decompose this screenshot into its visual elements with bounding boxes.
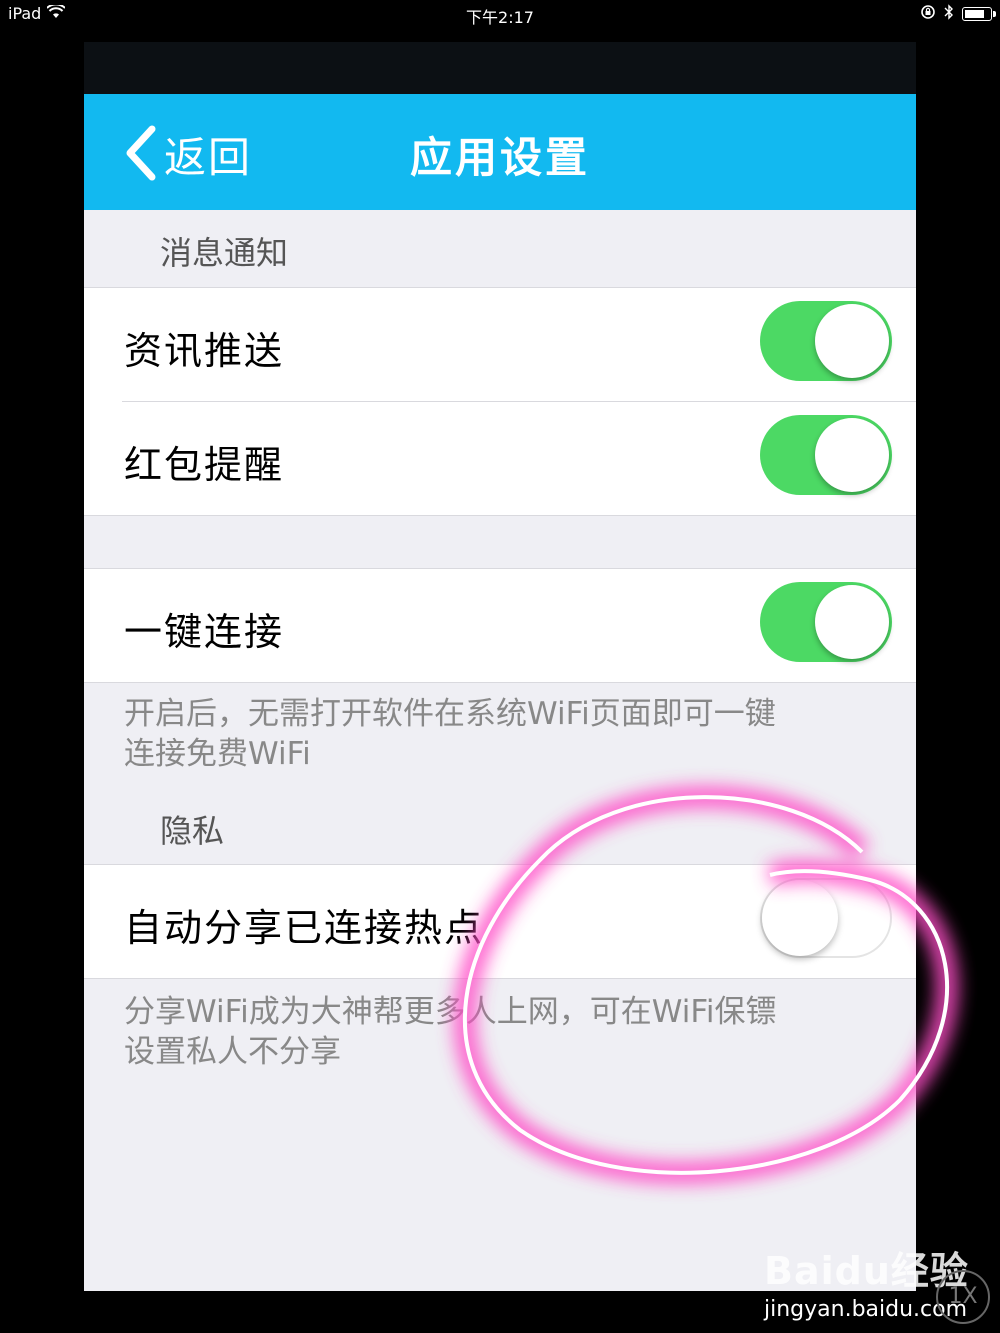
setting-news-push: 资讯推送 (84, 288, 916, 401)
one-key-connect-toggle[interactable] (760, 582, 892, 662)
watermark: Baidu经验 jingyan.baidu.com (764, 1240, 969, 1322)
bluetooth-icon (944, 4, 954, 24)
toggle-knob (815, 304, 889, 378)
battery-fill (965, 10, 984, 18)
setting-label: 一键连接 (124, 610, 285, 654)
news-push-toggle[interactable] (760, 301, 892, 381)
setting-one-key-connect: 一键连接 (84, 569, 916, 682)
auto-share-toggle[interactable] (760, 878, 892, 958)
toggle-knob (762, 880, 838, 956)
footnote-line: 连接免费WiFi (124, 736, 311, 772)
connect-group: 一键连接 (84, 568, 916, 683)
privacy-group: 自动分享已连接热点 (84, 864, 916, 979)
zoom-badge: 1X (936, 1270, 990, 1324)
setting-label: 自动分享已连接热点 (124, 906, 485, 950)
footnote-line: 分享WiFi成为大神帮更多人上网，可在WiFi保镖 (124, 994, 777, 1030)
section-header-privacy: 隐私 (160, 812, 225, 850)
footnote-line: 设置私人不分享 (124, 1034, 341, 1070)
footnote-line: 开启后，无需打开软件在系统WiFi页面即可一键 (124, 696, 776, 732)
clock: 下午2:17 (466, 8, 534, 27)
page-title: 应用设置 (409, 133, 590, 182)
one-key-connect-footnote: 开启后，无需打开软件在系统WiFi页面即可一键 连接免费WiFi (124, 694, 864, 774)
navigation-bar: 返回 应用设置 (84, 94, 916, 210)
red-packet-toggle[interactable] (760, 415, 892, 495)
setting-auto-share: 自动分享已连接热点 (84, 865, 916, 978)
setting-label: 资讯推送 (124, 329, 285, 373)
auto-share-footnote: 分享WiFi成为大神帮更多人上网，可在WiFi保镖 设置私人不分享 (124, 992, 864, 1072)
rotation-lock-icon (920, 4, 936, 24)
section-header-notifications: 消息通知 (160, 234, 289, 272)
app-top-strip (84, 42, 916, 94)
status-bar-right (920, 4, 996, 24)
setting-red-packet: 红包提醒 (122, 401, 916, 515)
battery-icon (962, 7, 996, 21)
toggle-knob (815, 418, 889, 492)
notifications-group: 资讯推送 红包提醒 (84, 287, 916, 516)
status-bar: iPad 下午2:17 (0, 0, 1000, 28)
setting-label: 红包提醒 (124, 443, 285, 487)
app-window: 返回 应用设置 消息通知 资讯推送 红包提醒 一键连接 开启后，无需打开软件在系… (84, 42, 916, 1291)
toggle-knob (815, 585, 889, 659)
